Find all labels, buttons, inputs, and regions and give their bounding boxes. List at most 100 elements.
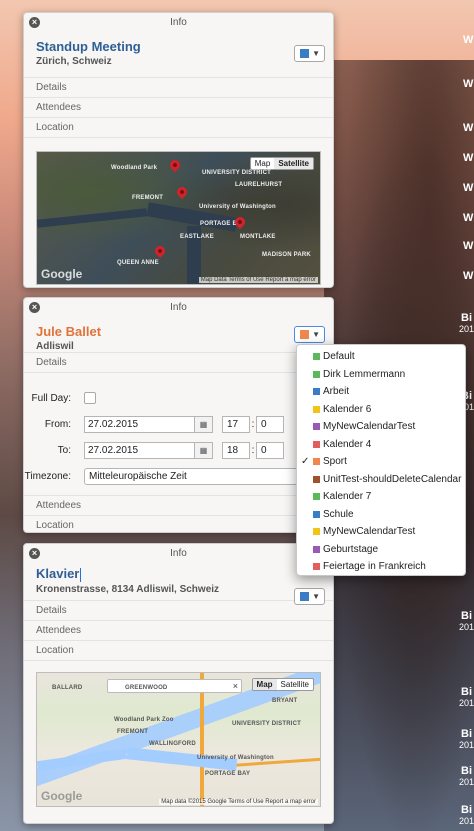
desktop-label: W [463, 122, 474, 134]
map-pin-icon[interactable] [167, 157, 183, 173]
timezone-label: Timezone: [24, 470, 71, 482]
timezone-select[interactable]: Mitteleuropäische Zeit [84, 467, 298, 485]
color-swatch [313, 528, 320, 535]
desktop-label: W [463, 34, 474, 46]
event-title[interactable]: Jule Ballet [36, 324, 333, 339]
map-mode-satellite[interactable]: Satellite [274, 158, 313, 169]
from-row: From: 27.02.2015 ▦ 17 : 0 [24, 411, 333, 437]
close-icon[interactable]: × [29, 302, 40, 313]
event-header: Klavier Kronenstrasse, 8134 Adliswil, Sc… [24, 564, 333, 605]
location-map[interactable]: Map Satellite Woodland Park FREMONT UNIV… [36, 151, 321, 285]
color-swatch [313, 493, 320, 500]
map-label: Woodland Park Zoo [114, 717, 174, 723]
map-label: GREENWOOD [125, 685, 168, 691]
location-map[interactable]: × Map Satellite BALLARD GREENWOOD Woodla… [36, 672, 321, 807]
info-panel-jule-ballet: × Info Jule Ballet Adliswil ▼ Details Fu… [23, 297, 334, 533]
color-swatch [313, 510, 320, 518]
close-icon[interactable]: × [233, 680, 238, 692]
to-date-field[interactable]: 27.02.2015 [84, 441, 195, 459]
calendar-menu-item[interactable]: Default [297, 348, 465, 366]
from-hour-field[interactable]: 17 [222, 415, 250, 433]
to-minute-field[interactable]: 0 [256, 441, 284, 459]
map-label: MONTLAKE [240, 234, 276, 240]
map-mode-satellite[interactable]: Satellite [277, 679, 313, 690]
event-title[interactable]: Standup Meeting [36, 39, 333, 54]
desktop-label: W [463, 152, 474, 164]
to-hour-field[interactable]: 18 [222, 441, 250, 459]
map-mode-map[interactable]: Map [252, 679, 277, 690]
calendar-icon[interactable]: ▦ [195, 415, 213, 433]
full-day-checkbox[interactable] [84, 392, 96, 404]
google-logo: Google [41, 267, 83, 281]
calendar-color-popup[interactable]: ▼ [294, 45, 325, 62]
desktop-label: W [463, 212, 474, 224]
map-label: BALLARD [52, 685, 83, 691]
calendar-menu-item[interactable]: Feiertage in Frankreich [297, 558, 465, 576]
calendar-menu-item[interactable]: Kalender 7 [297, 488, 465, 506]
map-mode-map[interactable]: Map [251, 158, 275, 169]
color-swatch [313, 423, 320, 430]
desktop-label: 201 [459, 816, 474, 826]
desktop-label: Bi [461, 610, 472, 622]
from-label: From: [44, 418, 71, 430]
info-panel-standup: × Info Standup Meeting Zürich, Schweiz ▼… [23, 12, 334, 288]
close-icon[interactable]: × [29, 548, 40, 559]
desktop-label: Bi [461, 765, 472, 777]
color-swatch [313, 440, 320, 448]
row-attendees[interactable]: Attendees [24, 620, 333, 640]
calendar-menu-item-selected[interactable]: ✓ Sport [297, 453, 465, 471]
close-icon[interactable]: × [29, 17, 40, 28]
full-day-row: Full Day: [24, 385, 333, 411]
color-swatch [313, 405, 320, 413]
map-label: University of Washington [199, 204, 276, 210]
event-title-input[interactable]: Klavier [36, 566, 79, 581]
map-label: QUEEN ANNE [117, 260, 159, 266]
event-location[interactable]: Adliswil [36, 341, 333, 352]
desktop-label: 201 [459, 622, 474, 632]
full-day-label: Full Day: [31, 392, 71, 404]
calendar-color-popup[interactable]: ▼ [294, 588, 325, 605]
row-details[interactable]: Details [24, 352, 333, 372]
row-location[interactable]: Location [24, 640, 333, 660]
calendar-color-popup[interactable]: ▼ [294, 326, 325, 343]
calendar-menu-item[interactable]: Geburtstage [297, 541, 465, 559]
calendar-icon[interactable]: ▦ [195, 441, 213, 459]
color-swatch [300, 592, 309, 601]
calendar-menu-item[interactable]: Arbeit [297, 383, 465, 401]
map-mode-toggle: Map Satellite [249, 157, 314, 170]
from-minute-field[interactable]: 0 [256, 415, 284, 433]
from-date-field[interactable]: 27.02.2015 [84, 415, 195, 433]
map-attribution[interactable]: Map Data Terms of Use Report a map error [198, 277, 318, 283]
desktop-label: Bi [461, 804, 472, 816]
desktop-label: 201 [459, 740, 474, 750]
map-label: PORTAGE BAY [205, 771, 251, 777]
row-location[interactable]: Location [24, 515, 333, 532]
calendar-menu-item[interactable]: UnitTest-shouldDeleteCalendar [297, 471, 465, 489]
map-label: WALLINGFORD [149, 741, 196, 747]
row-details[interactable]: Details [24, 77, 333, 97]
desktop-label: 201 [459, 698, 474, 708]
map-label: MADISON PARK [262, 252, 311, 258]
panel-titlebar: × Info [24, 13, 333, 33]
map-attribution[interactable]: Map data ©2015 Google Terms of Use Repor… [159, 799, 318, 805]
map-label: LAURELHURST [235, 182, 283, 188]
chevron-down-icon: ▼ [312, 330, 320, 339]
row-details[interactable]: Details [24, 600, 333, 620]
calendar-menu-item[interactable]: Kalender 6 [297, 401, 465, 419]
color-swatch [300, 330, 309, 339]
event-location[interactable]: Kronenstrasse, 8134 Adliswil, Schweiz [36, 584, 333, 595]
calendar-menu-item[interactable]: MyNewCalendarTest [297, 418, 465, 436]
map-pin-icon[interactable] [152, 243, 168, 259]
map-label: University of Washington [197, 755, 274, 761]
calendar-menu-item[interactable]: Schule [297, 506, 465, 524]
calendar-menu-item[interactable]: Dirk Lemmermann [297, 366, 465, 384]
desktop-label: W [463, 78, 474, 90]
row-attendees[interactable]: Attendees [24, 495, 333, 515]
desktop-label: W [463, 240, 474, 252]
map-pin-icon[interactable] [174, 184, 190, 200]
calendar-menu-item[interactable]: Kalender 4 [297, 436, 465, 454]
calendar-menu-item[interactable]: MyNewCalendarTest [297, 523, 465, 541]
row-location[interactable]: Location [24, 117, 333, 137]
event-location[interactable]: Zürich, Schweiz [36, 56, 333, 67]
row-attendees[interactable]: Attendees [24, 97, 333, 117]
